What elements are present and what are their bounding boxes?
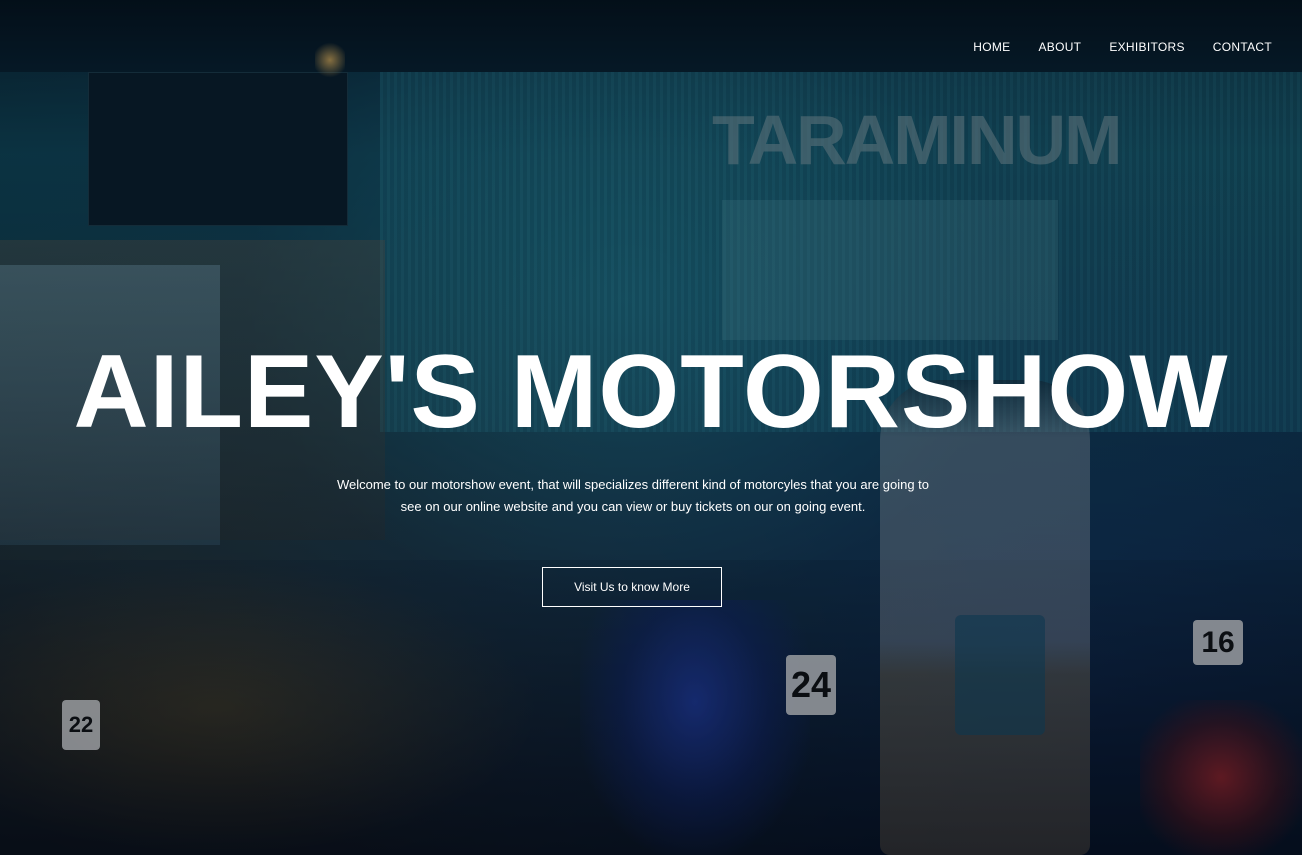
motorcycle-red [1140, 700, 1302, 855]
number-plate: 24 [786, 655, 836, 715]
wall-screen [88, 72, 348, 226]
wall-sign-text: TARAMINUM [712, 101, 1122, 179]
hero-description: Welcome to our motorshow event, that wil… [336, 477, 930, 514]
nav-about[interactable]: ABOUT [1038, 40, 1081, 54]
nav-contact[interactable]: CONTACT [1213, 40, 1272, 54]
nav-exhibitors[interactable]: EXHIBITORS [1109, 40, 1184, 54]
visit-us-button[interactable]: Visit Us to know More [542, 567, 722, 607]
shoulder-bag [955, 615, 1045, 735]
hero-section: TARAMINUM 24 16 22 HOME ABOUT EXHIBITORS… [0, 0, 1302, 855]
main-nav: HOME ABOUT EXHIBITORS CONTACT [973, 40, 1272, 54]
ceiling [0, 0, 1302, 72]
hero-title: AILEY'S MOTORSHOW [73, 334, 1229, 450]
person-figure [880, 380, 1090, 855]
nav-home[interactable]: HOME [973, 40, 1010, 54]
number-plate: 22 [62, 700, 100, 750]
ceiling-lamp [315, 40, 345, 80]
motorcycle-blue [580, 600, 810, 855]
banner-sign [722, 200, 1058, 340]
number-plate: 16 [1193, 620, 1243, 665]
